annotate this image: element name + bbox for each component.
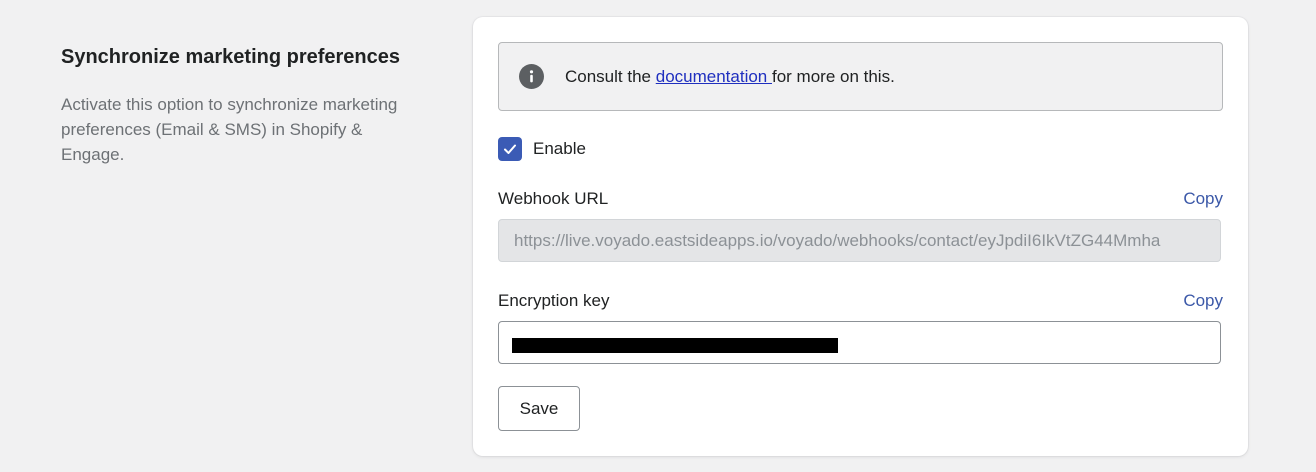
info-icon: [519, 64, 544, 89]
enable-checkbox-row[interactable]: Enable: [498, 137, 586, 161]
copy-webhook-url-button[interactable]: Copy: [1183, 189, 1223, 209]
settings-card: Consult the documentation for more on th…: [473, 17, 1248, 456]
enable-checkbox[interactable]: [498, 137, 522, 161]
save-button[interactable]: Save: [498, 386, 580, 431]
encryption-key-label: Encryption key: [498, 291, 610, 310]
enable-checkbox-label: Enable: [533, 139, 586, 158]
section-title: Synchronize marketing preferences: [61, 46, 401, 68]
checkmark-icon: [504, 144, 516, 154]
documentation-link[interactable]: documentation: [656, 67, 772, 86]
section-description: Activate this option to synchronize mark…: [61, 95, 398, 164]
section-info: Synchronize marketing preferences Activa…: [61, 44, 421, 167]
banner-text-before: Consult the: [565, 66, 656, 86]
banner-text-after: for more on this.: [771, 66, 895, 86]
encryption-key-field[interactable]: [498, 321, 1221, 364]
banner-text: Consult the documentation for more on th…: [565, 67, 895, 87]
webhook-label-row: Webhook URL Copy: [498, 189, 1223, 209]
encryption-label-row: Encryption key Copy: [498, 291, 1223, 311]
webhook-url-field[interactable]: https://live.voyado.eastsideapps.io/voya…: [498, 219, 1221, 262]
webhook-url-label: Webhook URL: [498, 189, 609, 208]
redacted-value: [512, 337, 838, 353]
copy-encryption-key-button[interactable]: Copy: [1183, 291, 1223, 311]
info-banner: Consult the documentation for more on th…: [498, 42, 1223, 111]
